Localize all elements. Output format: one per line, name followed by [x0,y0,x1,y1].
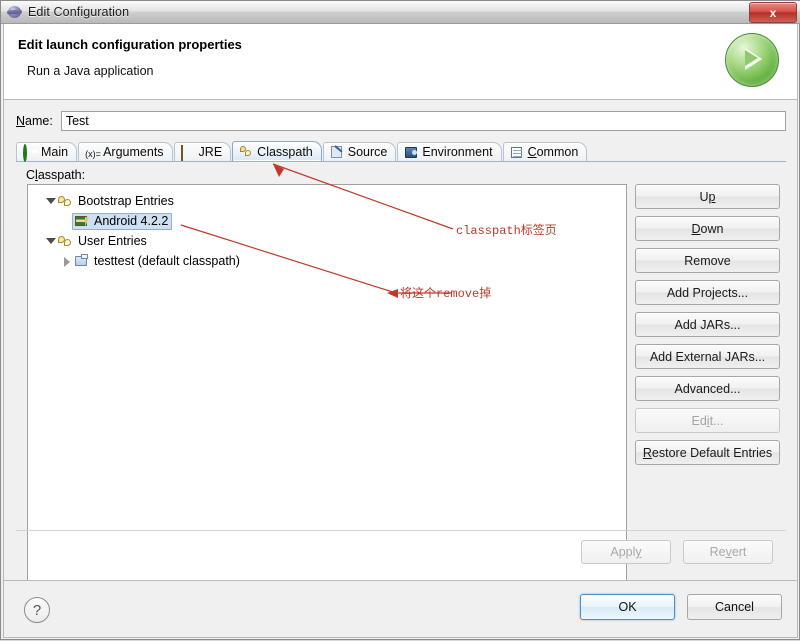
restore-default-entries-button[interactable]: Restore Default Entries [635,440,780,465]
close-icon[interactable]: x [749,2,797,23]
tree-row-testtest[interactable]: testtest (default classpath) [28,251,626,271]
tab-classpath[interactable]: Classpath [232,141,322,161]
tab-source-label: Source [347,145,388,159]
annotation-remove-note: 将这个remove掉 [400,287,492,301]
edit-button-label: Edit... [691,413,724,428]
tab-arguments[interactable]: (x)= Arguments [78,142,173,161]
page-subtitle: Run a Java application [27,64,154,78]
title-bar: Edit Configuration x [1,1,800,24]
tab-strip: Main (x)= Arguments JRE Classpath Source… [16,141,786,162]
run-play-icon [725,33,779,87]
project-folder-icon [74,254,90,268]
revert-button-label: Revert [709,545,747,559]
edit-configuration-dialog: Edit Configuration x Edit launch configu… [0,0,800,640]
tree-label: Android 4.2.2 [94,214,169,228]
remove-button-label: Remove [684,253,731,268]
tab-environment[interactable]: Environment [397,142,502,161]
classpath-jar-icon [239,145,253,158]
annotation-classpath-note: classpath标签页 [456,224,557,238]
common-doc-icon [510,146,524,159]
add-projects-button[interactable]: Add Projects... [635,280,780,305]
tree-label: Bootstrap Entries [78,194,174,208]
library-icon [58,234,74,248]
ok-button[interactable]: OK [580,594,675,620]
eclipse-sphere-icon [6,5,23,19]
source-pencil-icon [330,145,344,159]
revert-button: Revert [683,540,773,564]
advanced-button[interactable]: Advanced... [635,376,780,401]
page-title: Edit launch configuration properties [18,37,242,52]
dialog-header: Edit launch configuration properties Run… [3,24,798,100]
tab-main[interactable]: Main [16,142,78,162]
classpath-label: Classpath: [26,168,86,182]
separator [16,530,786,531]
apply-revert-row: Apply Revert [4,530,799,570]
tab-jre[interactable]: JRE [173,142,232,161]
cancel-button[interactable]: Cancel [687,594,782,620]
dialog-body: Name: Main (x)= Arguments JRE Classpath [3,100,799,584]
name-input[interactable] [60,111,786,131]
chevron-down-icon[interactable] [46,237,56,246]
tree-label: User Entries [78,234,147,248]
apply-button-label: Apply [610,545,642,559]
window-title: Edit Configuration [28,5,130,19]
tab-arguments-label: Arguments [103,145,164,159]
tab-main-label: Main [41,145,69,159]
tab-common[interactable]: Common [502,142,588,161]
arguments-xy-icon: (x)= [85,148,101,159]
dialog-footer: ? OK Cancel [3,580,798,638]
environment-icon [404,146,418,159]
chevron-right-icon[interactable] [62,256,71,267]
tree-row-bootstrap-entries[interactable]: Bootstrap Entries [28,191,626,211]
add-jars-button[interactable]: Add JARs... [635,312,780,337]
classpath-button-column: Up Down Remove Add Projects... Add JARs.… [635,184,780,472]
down-button[interactable]: Down [635,216,780,241]
advanced-button-label: Advanced... [674,381,741,396]
up-button-label: Up [699,189,716,204]
restore-default-entries-button-label: Restore Default Entries [642,445,773,460]
tab-common-label: Common [527,145,579,159]
name-row: Name: [16,110,786,132]
add-jars-button-label: Add JARs... [674,317,741,332]
classpath-tree[interactable]: Bootstrap Entries Android 4.2.2 User Ent… [27,184,627,584]
edit-button: Edit... [635,408,780,433]
add-external-jars-button[interactable]: Add External JARs... [635,344,780,369]
help-icon[interactable]: ? [24,597,50,623]
add-external-jars-button-label: Add External JARs... [649,349,766,364]
jre-book-icon [180,144,195,161]
down-button-label: Down [691,221,724,236]
jre-book-icon [74,214,90,228]
chevron-down-icon[interactable] [46,197,56,206]
tab-classpath-label: Classpath [257,144,313,159]
up-button[interactable]: Up [635,184,780,209]
tab-source[interactable]: Source [322,142,397,161]
remove-button[interactable]: Remove [635,248,780,273]
add-projects-button-label: Add Projects... [666,285,749,300]
name-label: Name: [16,114,53,128]
library-icon [58,194,74,208]
apply-button: Apply [581,540,671,564]
tab-jre-label: JRE [198,145,223,159]
tree-label: testtest (default classpath) [94,254,240,268]
tab-environment-label: Environment [422,145,493,159]
main-circle-icon [23,143,37,162]
